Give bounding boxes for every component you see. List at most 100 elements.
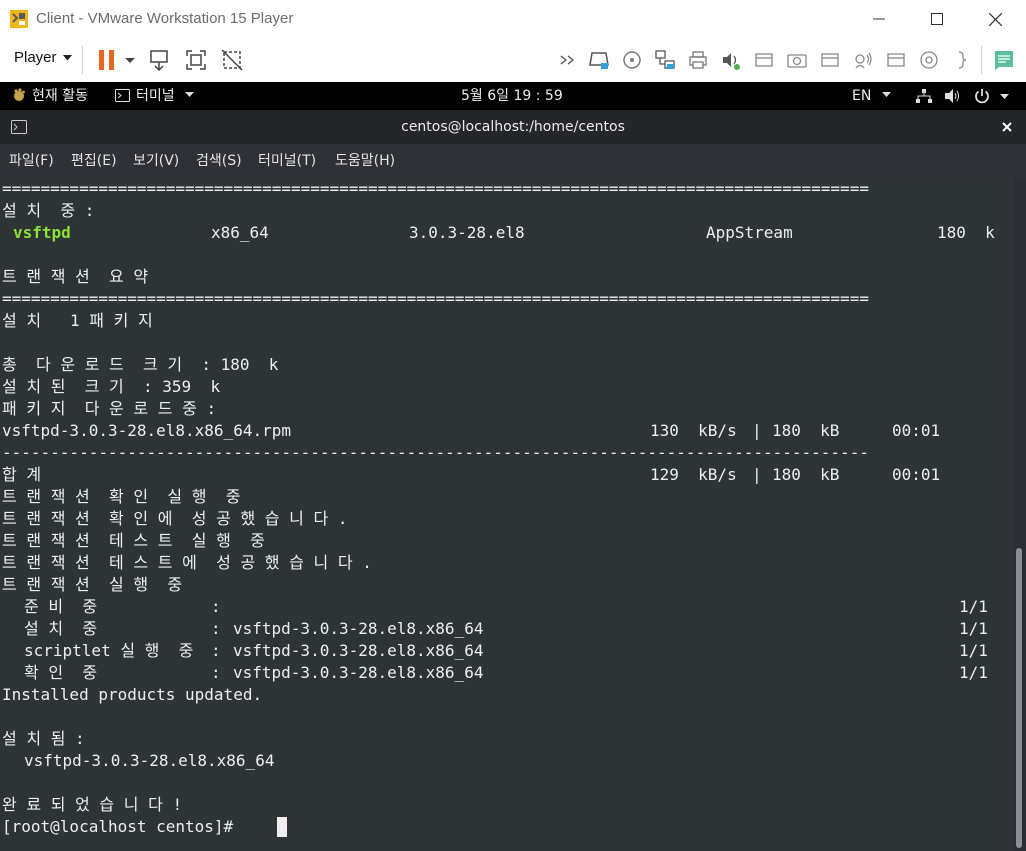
unity-icon — [221, 49, 243, 71]
forward-button[interactable] — [558, 49, 580, 71]
app-menu[interactable]: 터미널 — [115, 82, 195, 110]
bracket-device[interactable] — [953, 49, 975, 71]
installed-size: 설 치 된 크 기 : 359 k — [2, 377, 221, 396]
separator-single: ----------------------------------------… — [2, 443, 869, 462]
player-menu[interactable]: Player — [14, 49, 72, 66]
terminal-close-button[interactable] — [998, 118, 1016, 136]
hdd-device[interactable] — [588, 49, 610, 71]
step-package: vsftpd-3.0.3-28.el8.x86_64 — [233, 641, 484, 660]
chevron-down-icon — [1000, 94, 1009, 99]
unity-button[interactable] — [221, 49, 243, 71]
window-title: Client - VMware Workstation 15 Player — [36, 10, 294, 27]
menu-edit[interactable]: 편집(E) — [71, 144, 117, 178]
step-label: 확 인 중 — [24, 663, 98, 682]
activities-button[interactable]: 현재 활동 — [12, 82, 88, 110]
camera-icon — [787, 54, 807, 68]
terminal-scrollbar[interactable] — [1014, 178, 1026, 851]
input-language-menu[interactable]: EN — [852, 82, 891, 110]
step-package: vsftpd-3.0.3-28.el8.x86_64 — [233, 619, 484, 638]
step-label: 설 치 중 — [24, 619, 98, 638]
tx-line: 트 랜 잭 션 실 행 중 — [2, 575, 183, 594]
rpm-download-row: vsftpd-3.0.3-28.el8.x86_64.rpm 130 kB/s … — [2, 420, 1012, 442]
usb-device-3[interactable] — [885, 49, 907, 71]
pause-button[interactable] — [96, 49, 118, 71]
vmware-app-icon — [9, 9, 29, 29]
power-icon — [975, 89, 989, 104]
hdd-icon — [589, 52, 609, 69]
rpm-bar: | — [752, 421, 762, 440]
menu-help[interactable]: 도움말(H) — [335, 144, 395, 178]
terminal-menubar: 파일(F) 편집(E) 보기(V) 검색(S) 터미널(T) 도움말(H) — [0, 144, 1026, 178]
terminal-app-icon — [115, 89, 130, 102]
power-dropdown[interactable] — [124, 49, 136, 71]
menu-terminal[interactable]: 터미널(T) — [258, 144, 316, 178]
close-button[interactable] — [966, 0, 1024, 38]
package-version: 3.0.3-28.el8 — [409, 223, 525, 242]
menu-search[interactable]: 검색(S) — [196, 144, 242, 178]
cd-device[interactable] — [621, 49, 643, 71]
message-icon — [995, 51, 1013, 70]
gnome-foot-icon — [14, 88, 25, 101]
step-colon: : — [211, 641, 221, 660]
usb-device-1[interactable] — [753, 49, 775, 71]
player-menu-label: Player — [14, 49, 57, 66]
usb-icon — [755, 53, 773, 67]
cd-icon — [920, 51, 938, 69]
menu-view[interactable]: 보기(V) — [133, 144, 179, 178]
scrollbar-thumb[interactable] — [1016, 548, 1022, 848]
usb-device-2[interactable] — [819, 49, 841, 71]
products-updated: Installed products updated. — [2, 685, 263, 704]
network-device[interactable] — [654, 49, 676, 71]
camera-device[interactable] — [786, 49, 808, 71]
terminal-output[interactable]: ========================================… — [0, 178, 1014, 851]
total-size: 180 kB — [772, 465, 840, 484]
send-ctrl-alt-del-button[interactable] — [149, 49, 171, 72]
terminal-title: centos@localhost:/home/centos — [401, 119, 625, 135]
fit-guest-button[interactable] — [185, 49, 207, 71]
installing-header: 설 치 중 : — [2, 201, 95, 220]
window-titlebar: Client - VMware Workstation 15 Player — [0, 0, 1026, 38]
toolbar-divider — [82, 46, 83, 74]
cd-device-2[interactable] — [918, 49, 940, 71]
printer-device[interactable] — [687, 49, 709, 71]
chevron-down-icon — [125, 58, 135, 63]
separator-double: ========================================… — [2, 289, 869, 308]
close-icon — [988, 12, 1002, 26]
app-menu-label: 터미널 — [136, 88, 175, 104]
menu-file[interactable]: 파일(F) — [9, 144, 54, 178]
step-colon: : — [211, 619, 221, 638]
maximize-button[interactable] — [908, 0, 966, 38]
activities-label: 현재 활동 — [32, 88, 88, 104]
tx-line: 트 랜 잭 션 확 인 에 성 공 했 습 니 다 . — [2, 509, 348, 528]
chevron-down-icon — [62, 54, 72, 60]
gnome-top-bar: 현재 활동 터미널 5월 6일 19 : 59 EN — [0, 82, 1026, 110]
total-speed: 129 kB/s — [650, 465, 737, 484]
sound-device[interactable] — [720, 49, 742, 71]
package-repo: AppStream — [706, 223, 793, 242]
rpm-time: 00:01 — [892, 421, 941, 440]
usb-icon — [887, 53, 905, 67]
chevron-down-icon — [881, 92, 891, 97]
rpm-speed: 130 kB/s — [650, 421, 737, 440]
bluetooth-device[interactable] — [852, 49, 874, 71]
system-menu[interactable] — [916, 82, 1016, 110]
step-count: 1/1 — [959, 619, 988, 638]
summary-header: 트 랜 잭 션 요 약 — [2, 267, 149, 286]
step-label: scriptlet 실 행 중 — [24, 641, 194, 660]
installed-header: 설 치 됨 : — [2, 729, 85, 748]
message-log-button[interactable] — [993, 49, 1015, 71]
usb-icon — [821, 53, 839, 67]
terminal-cursor — [277, 817, 287, 837]
bluetooth-icon — [855, 52, 872, 69]
cd-icon — [623, 51, 641, 69]
fit-guest-icon — [186, 50, 206, 70]
terminal-headerbar: centos@localhost:/home/centos — [0, 110, 1026, 144]
package-arch: x86_64 — [211, 223, 269, 242]
tx-line: 트 랜 잭 션 테 스 트 실 행 중 — [2, 531, 265, 550]
close-icon — [1002, 122, 1012, 132]
toolbar-divider — [981, 46, 982, 74]
total-bar: | — [752, 465, 762, 484]
clock[interactable]: 5월 6일 19 : 59 — [461, 82, 563, 110]
minimize-button[interactable] — [850, 0, 908, 38]
install-count: 설 치 1 패 키 지 — [2, 311, 153, 330]
